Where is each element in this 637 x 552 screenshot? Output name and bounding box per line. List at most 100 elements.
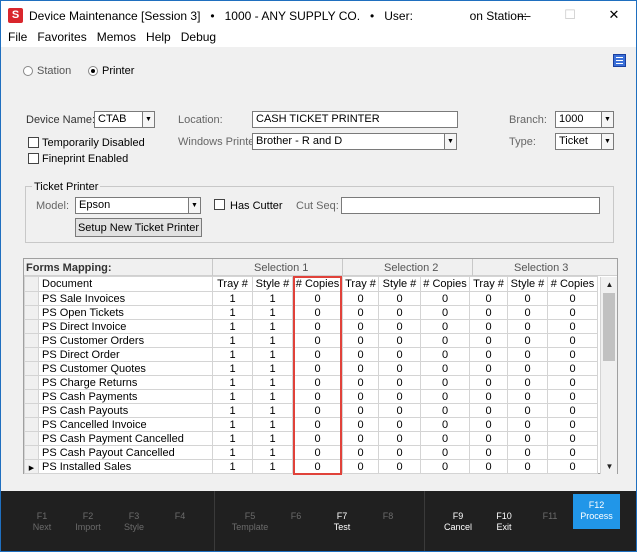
tray-3-cell[interactable]: 0 [469,445,508,460]
cut-seq-field[interactable] [341,197,600,214]
tray-3-cell[interactable]: 0 [469,431,508,446]
style-2-cell[interactable]: 0 [378,319,421,334]
style-2-cell[interactable]: 0 [378,305,421,320]
style-1-cell[interactable]: 1 [252,375,293,390]
copies-2-cell[interactable]: 0 [420,459,470,474]
maximize-button[interactable]: ☐ [547,1,593,29]
station-radio-option[interactable]: Station [23,65,71,77]
tray-1-cell[interactable]: 1 [212,431,253,446]
document-cell[interactable]: PS Cash Payments [38,389,213,404]
fkey-f11-button[interactable]: F11 [527,501,573,539]
copies-2-cell[interactable]: 0 [420,333,470,348]
tray-2-cell[interactable]: 0 [342,459,379,474]
tray-2-cell[interactable]: 0 [342,291,379,306]
tray-2-cell[interactable]: 0 [342,431,379,446]
grid-vertical-scrollbar[interactable]: ▲ ▼ [600,277,617,474]
column-header-style-1[interactable]: Style # [252,276,293,292]
copies-2-cell[interactable]: 0 [420,403,470,418]
model-field[interactable]: Epson [75,197,189,214]
tray-3-cell[interactable]: 0 [469,319,508,334]
model-dropdown-icon[interactable]: ▼ [188,197,201,214]
style-1-cell[interactable]: 1 [252,445,293,460]
copies-2-cell[interactable]: 0 [420,389,470,404]
windows-printer-dropdown-icon[interactable]: ▼ [444,133,457,150]
document-cell[interactable]: PS Direct Order [38,347,213,362]
menu-help[interactable]: Help [141,29,176,47]
menu-favorites[interactable]: Favorites [32,29,91,47]
document-cell[interactable]: PS Sale Invoices [38,291,213,306]
branch-dropdown-icon[interactable]: ▼ [601,111,614,128]
tray-1-cell[interactable]: 1 [212,375,253,390]
document-cell[interactable]: PS Cancelled Invoice [38,417,213,432]
has-cutter-checkbox[interactable] [214,199,225,210]
style-1-cell[interactable]: 1 [252,291,293,306]
tray-1-cell[interactable]: 1 [212,305,253,320]
fkey-f8-button[interactable]: F8 [365,501,411,539]
style-3-cell[interactable]: 0 [507,333,548,348]
tray-2-cell[interactable]: 0 [342,305,379,320]
column-header-tray-2[interactable]: Tray # [342,276,379,292]
scrollbar-thumb[interactable] [603,293,615,361]
tray-1-cell[interactable]: 1 [212,347,253,362]
style-2-cell[interactable]: 0 [378,333,421,348]
row-header-cell[interactable] [24,445,39,460]
style-3-cell[interactable]: 0 [507,431,548,446]
fkey-f1-button[interactable]: F1 Next [19,501,65,539]
menu-file[interactable]: File [1,29,32,47]
style-3-cell[interactable]: 0 [507,445,548,460]
tray-1-cell[interactable]: 1 [212,417,253,432]
document-cell[interactable]: PS Charge Returns [38,375,213,390]
style-2-cell[interactable]: 0 [378,403,421,418]
scroll-up-icon[interactable]: ▲ [601,277,618,292]
tray-3-cell[interactable]: 0 [469,347,508,362]
style-3-cell[interactable]: 0 [507,389,548,404]
style-3-cell[interactable]: 0 [507,291,548,306]
tray-2-cell[interactable]: 0 [342,403,379,418]
tray-2-cell[interactable]: 0 [342,417,379,432]
tray-1-cell[interactable]: 1 [212,445,253,460]
scroll-down-icon[interactable]: ▼ [601,459,618,474]
style-2-cell[interactable]: 0 [378,445,421,460]
tray-3-cell[interactable]: 0 [469,389,508,404]
column-header-tray-3[interactable]: Tray # [469,276,508,292]
fkey-f3-button[interactable]: F3 Style [111,501,157,539]
style-1-cell[interactable]: 1 [252,417,293,432]
menu-debug[interactable]: Debug [176,29,221,47]
copies-3-cell[interactable]: 0 [547,291,598,306]
tray-3-cell[interactable]: 0 [469,459,508,474]
fkey-f10-button[interactable]: F10 Exit [481,501,527,539]
tray-2-cell[interactable]: 0 [342,319,379,334]
station-radio[interactable] [23,66,33,76]
style-1-cell[interactable]: 1 [252,389,293,404]
style-2-cell[interactable]: 0 [378,375,421,390]
type-dropdown-icon[interactable]: ▼ [601,133,614,150]
column-header-style-2[interactable]: Style # [378,276,421,292]
document-cell[interactable]: PS Direct Invoice [38,319,213,334]
copies-2-cell[interactable]: 0 [420,375,470,390]
row-header-cell[interactable] [24,389,39,404]
style-1-cell[interactable]: 1 [252,333,293,348]
tray-3-cell[interactable]: 0 [469,417,508,432]
style-2-cell[interactable]: 0 [378,417,421,432]
style-3-cell[interactable]: 0 [507,305,548,320]
style-1-cell[interactable]: 1 [252,459,293,474]
style-3-cell[interactable]: 0 [507,319,548,334]
tray-2-cell[interactable]: 0 [342,361,379,376]
list-menu-icon[interactable] [613,54,626,67]
copies-2-cell[interactable]: 0 [420,319,470,334]
printer-radio-option[interactable]: Printer [88,65,134,77]
column-header-style-3[interactable]: Style # [507,276,548,292]
row-header-cell[interactable] [24,417,39,432]
printer-radio[interactable] [88,66,98,76]
column-header-copies-2[interactable]: # Copies [420,276,470,292]
tray-2-cell[interactable]: 0 [342,347,379,362]
style-1-cell[interactable]: 1 [252,403,293,418]
tray-1-cell[interactable]: 1 [212,291,253,306]
copies-3-cell[interactable]: 0 [547,347,598,362]
copies-3-cell[interactable]: 0 [547,305,598,320]
style-1-cell[interactable]: 1 [252,319,293,334]
style-3-cell[interactable]: 0 [507,417,548,432]
copies-3-cell[interactable]: 0 [547,375,598,390]
minimize-button[interactable]: — [501,1,547,29]
document-cell[interactable]: PS Cash Payout Cancelled [38,445,213,460]
